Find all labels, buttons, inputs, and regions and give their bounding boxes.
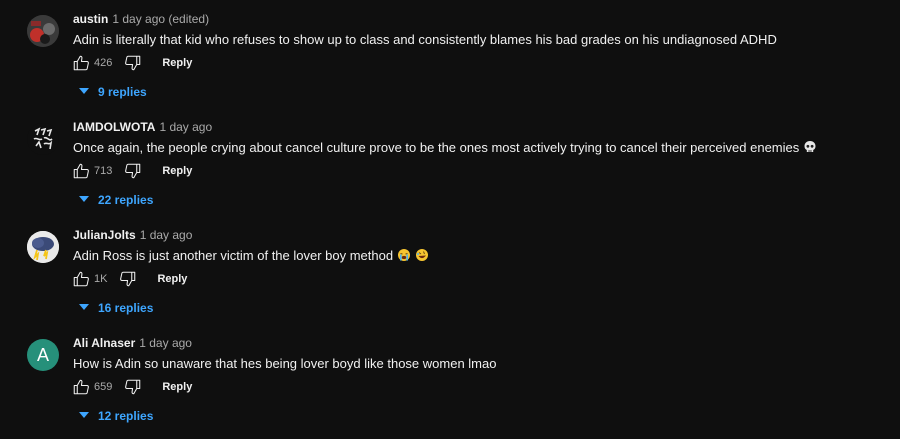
avatar-letter: A [36, 344, 49, 365]
comment-time[interactable]: 1 day ago [140, 228, 193, 242]
like-count: 1K [94, 273, 108, 285]
comment-time[interactable]: 1 day ago (edited) [112, 12, 209, 26]
comment-time[interactable]: 1 day ago [159, 120, 212, 134]
thumbs-down-icon[interactable] [124, 378, 142, 396]
comment-text: How is Adin so unaware that hes being lo… [73, 356, 497, 371]
like-count: 659 [94, 381, 113, 393]
replies-label: 12 replies [98, 409, 154, 423]
caret-down-icon [78, 83, 90, 101]
loudly-crying-face-icon [397, 248, 411, 265]
view-replies-button[interactable]: 16 replies [78, 299, 153, 317]
comment-author[interactable]: JulianJolts [73, 228, 136, 242]
thumbs-up-icon[interactable] [72, 378, 90, 396]
reply-button[interactable]: Reply [162, 165, 192, 177]
comment-author[interactable]: IAMDOLWOTA [73, 120, 155, 134]
comment-text: Adin is literally that kid who refuses t… [73, 32, 777, 47]
comment-time[interactable]: 1 day ago [139, 336, 192, 350]
comment-author[interactable]: austin [73, 12, 108, 26]
like-count: 426 [94, 57, 113, 69]
replies-label: 16 replies [98, 301, 154, 315]
like-count: 713 [94, 165, 113, 177]
thumbs-down-icon[interactable] [124, 162, 142, 180]
view-replies-button[interactable]: 22 replies [78, 191, 153, 209]
caret-down-icon [78, 299, 90, 317]
reply-button[interactable]: Reply [162, 381, 192, 393]
replies-label: 22 replies [98, 193, 154, 207]
comment-text: Once again, the people crying about canc… [73, 140, 817, 157]
comment-thread: IAMDOLWOTA 1 day ago Once again, the peop… [0, 114, 900, 222]
view-replies-button[interactable]: 12 replies [78, 407, 153, 425]
comment-thread: JulianJolts 1 day ago Adin Ross is just a… [0, 222, 900, 330]
caret-down-icon [78, 191, 90, 209]
rofl-face-icon [415, 248, 429, 265]
caret-down-icon [78, 407, 90, 425]
comment-text-body: Adin Ross is just another victim of the … [73, 248, 394, 263]
thumbs-up-icon[interactable] [72, 162, 90, 180]
replies-label: 9 replies [98, 85, 147, 99]
thumbs-up-icon[interactable] [72, 270, 90, 288]
skull-emoji-icon [803, 140, 817, 157]
avatar[interactable] [27, 123, 59, 155]
comment-thread: austin 1 day ago (edited) Adin is literal… [0, 6, 900, 114]
comment-author[interactable]: Ali Alnaser [73, 336, 135, 350]
avatar[interactable]: A [27, 339, 59, 371]
thumbs-down-icon[interactable] [119, 270, 137, 288]
thumbs-down-icon[interactable] [124, 54, 142, 72]
reply-button[interactable]: Reply [162, 57, 192, 69]
avatar[interactable] [27, 15, 59, 47]
view-replies-button[interactable]: 9 replies [78, 83, 147, 101]
thumbs-up-icon[interactable] [72, 54, 90, 72]
comment-thread: A Ali Alnaser 1 day ago How is Adin so un… [0, 330, 900, 438]
reply-button[interactable]: Reply [157, 273, 187, 285]
avatar[interactable] [27, 231, 59, 263]
comment-text-body: Once again, the people crying about canc… [73, 140, 800, 155]
comment-text: Adin Ross is just another victim of the … [73, 248, 429, 265]
